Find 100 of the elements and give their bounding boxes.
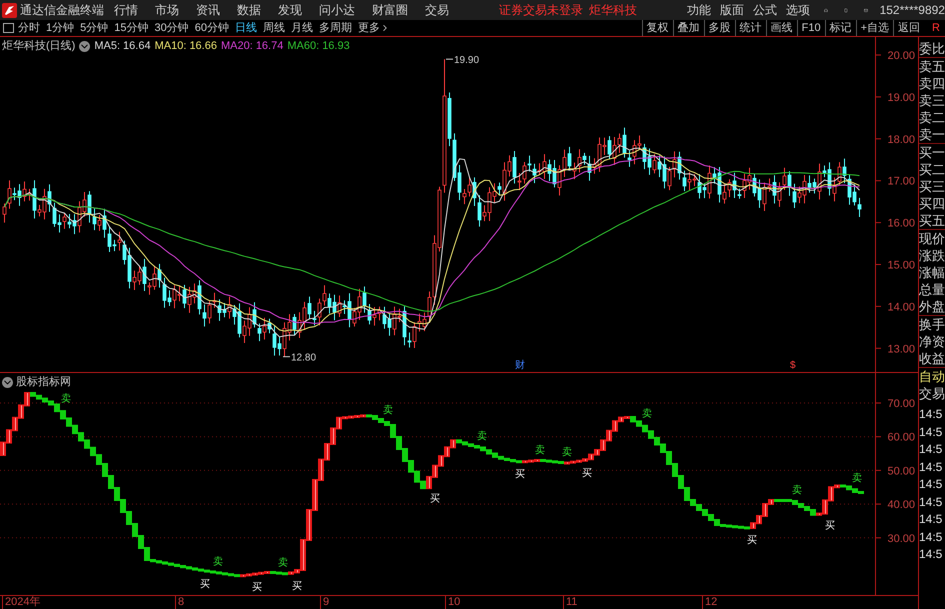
quote-field-label: 委比 — [919, 40, 945, 57]
signal-label: 卖 — [477, 431, 487, 442]
signal-label: 卖 — [792, 485, 802, 496]
toolbar-button[interactable]: 标记 — [824, 20, 856, 36]
indicator-axis-label: 60.00 — [887, 432, 915, 444]
period-tab[interactable]: 月线 — [291, 20, 313, 36]
period-tab[interactable]: 60分钟 — [194, 20, 229, 36]
trade-time: 14:5 — [919, 528, 944, 546]
menu-item[interactable]: 公式 — [753, 1, 777, 19]
toolbar-button[interactable]: 返回 — [893, 20, 924, 36]
signal-label: 买 — [747, 535, 757, 546]
signal-label: 卖 — [213, 556, 223, 568]
menu-item[interactable]: 发现 — [278, 1, 302, 19]
period-tab[interactable]: 5分钟 — [80, 20, 108, 36]
signal-label: 买 — [252, 582, 262, 593]
moving-average-value: MA5: 16.64 — [94, 39, 151, 53]
signal-label: 卖 — [61, 394, 71, 405]
stock-name: 炬华科技 — [589, 2, 637, 19]
quote-field-label: 买二 — [919, 161, 945, 178]
signal-label: 卖 — [562, 446, 572, 458]
price-axis-label: 16.00 — [887, 218, 915, 230]
moving-average-value: MA10: 16.66 — [154, 39, 217, 53]
period-tab[interactable]: 日线 — [235, 20, 257, 36]
toolbar-button[interactable]: +自选 — [856, 20, 894, 36]
menu-item[interactable]: 功能 — [687, 1, 711, 19]
menu-item[interactable]: 资讯 — [196, 1, 220, 19]
date-axis-label: 2024年 — [2, 596, 40, 609]
trade-time: 14:5 — [919, 424, 944, 440]
signal-label: 买 — [430, 493, 440, 504]
trade-time: 14:5 — [919, 494, 944, 510]
side-label[interactable]: R — [932, 20, 940, 36]
price-axis-label: 17.00 — [887, 176, 915, 188]
price-axis-label: 14.00 — [887, 301, 915, 314]
login-notice[interactable]: 证券交易未登录 — [499, 1, 583, 19]
toolbar-button[interactable]: 叠加 — [672, 20, 704, 36]
trade-time: 14:5 — [919, 476, 944, 493]
account-number[interactable]: 152****9892 — [880, 1, 945, 19]
moving-average-value: MA60: 16.93 — [287, 39, 350, 53]
menu-item[interactable]: 市场 — [155, 1, 179, 19]
period-tab[interactable]: 更多 — [358, 20, 390, 36]
signal-label: 买 — [515, 469, 525, 480]
quote-field-label: 现价 — [919, 230, 945, 247]
event-marker[interactable]: 财 — [515, 360, 525, 371]
trade-time: 14:5 — [919, 441, 944, 458]
quote-field-label: 买三 — [919, 178, 945, 195]
menu-item[interactable]: 问小达 — [319, 1, 355, 19]
period-tab[interactable]: 15分钟 — [114, 20, 148, 36]
quote-field-label: 外盘 — [919, 298, 945, 315]
quote-field-label: 卖二 — [919, 109, 945, 126]
indicator-axis-label: 70.00 — [887, 398, 915, 410]
quote-field-label: 买四 — [919, 195, 945, 212]
price-axis-label: 15.00 — [887, 260, 915, 272]
date-axis-label: 8 — [175, 596, 184, 609]
quote-field-label: 换手 — [919, 316, 945, 333]
menu-item[interactable]: 财富圈 — [372, 1, 408, 19]
trade-mode-label[interactable]: 自动 — [919, 368, 945, 385]
quote-field-label: 涨幅 — [919, 264, 945, 281]
period-tab[interactable]: 多周期 — [319, 20, 352, 36]
signal-label: 卖 — [535, 445, 545, 456]
quote-field-label: 买五 — [919, 212, 945, 229]
quote-field-label: 卖四 — [919, 75, 945, 92]
toolbar-button[interactable]: 统计 — [734, 20, 766, 36]
period-tab[interactable]: 1分钟 — [46, 20, 74, 36]
price-axis-label: 19.00 — [887, 92, 915, 104]
event-marker[interactable]: $ — [790, 360, 796, 371]
toolbar-button[interactable]: 多股 — [704, 20, 735, 36]
period-tab[interactable]: 30分钟 — [154, 20, 189, 36]
quote-field-label: 涨跌 — [919, 247, 945, 264]
low-price-label: 12.80 — [282, 352, 316, 364]
toolbar-button[interactable]: 复权 — [642, 20, 673, 36]
menu-item[interactable]: 版面 — [720, 1, 744, 19]
period-tab[interactable]: 分时 — [18, 20, 40, 36]
quote-field-label: 卖三 — [919, 92, 945, 109]
menu-item[interactable]: 选项 — [786, 1, 810, 19]
trade-time: 14:5 — [919, 406, 944, 423]
quote-field-label: 卖一 — [919, 126, 945, 143]
indicator-axis-label: 50.00 — [887, 465, 915, 478]
price-axis-label: 13.00 — [887, 343, 915, 356]
signal-label: 买 — [825, 520, 835, 532]
indicator-title: 股标指标网 — [16, 375, 71, 389]
signal-label: 买 — [292, 580, 302, 592]
menu-item[interactable]: 交易 — [425, 1, 449, 19]
menu-item[interactable]: 行情 — [114, 1, 138, 19]
toolbar-button[interactable]: 画线 — [766, 20, 797, 36]
quote-field-label: 总量 — [919, 281, 945, 298]
indicator-axis-label: 40.00 — [887, 499, 915, 512]
indicator-axis-label: 30.00 — [887, 532, 915, 545]
toolbar-button[interactable]: F10 — [796, 20, 825, 36]
date-axis-label: 9 — [320, 596, 330, 609]
date-axis-label: 10 — [445, 596, 460, 609]
menu-item[interactable]: 数据 — [237, 1, 261, 19]
price-axis-label: 20.00 — [887, 50, 915, 62]
date-axis-label: 11 — [563, 596, 578, 609]
trade-time: 14:5 — [919, 458, 944, 476]
signal-label: 买 — [582, 468, 592, 480]
signal-label: 卖 — [278, 558, 288, 568]
moving-average-value: MA20: 16.74 — [220, 39, 284, 53]
trade-mode-label[interactable]: 交易 — [919, 385, 945, 402]
period-tab[interactable]: 周线 — [263, 20, 285, 36]
trade-time: 14:5 — [919, 511, 944, 528]
